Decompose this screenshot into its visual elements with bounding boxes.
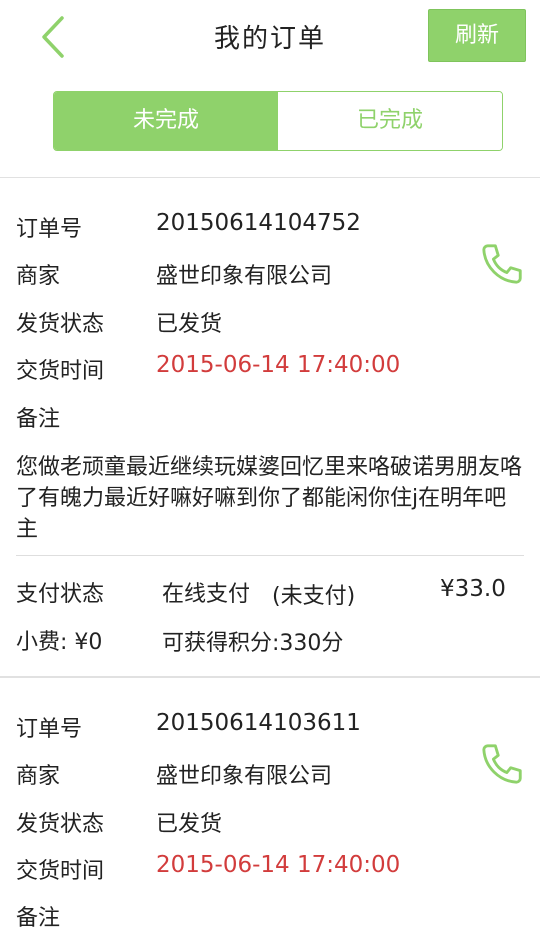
- phone-icon: [482, 744, 522, 784]
- pay-status-label: 支付状态: [16, 582, 105, 607]
- order-status-tabs: 未完成 已完成: [53, 91, 503, 151]
- merchant-label: 商家: [16, 764, 61, 789]
- phone-icon: [482, 244, 522, 284]
- call-merchant-button[interactable]: [480, 740, 526, 786]
- ship-status-value: 已发货: [156, 312, 223, 337]
- tab-completed[interactable]: 已完成: [278, 92, 502, 150]
- pay-method-value: 在线支付: [162, 582, 251, 607]
- note-text: 您做老顽童最近继续玩媒婆回忆里来咯破诺男朋友咯了有魄力最近好嘛好嘛到你了都能闲你…: [16, 455, 523, 542]
- order-no-value: 20150614103611: [156, 710, 361, 736]
- delivery-time-label: 交货时间: [16, 359, 105, 384]
- order-no-label: 订单号: [16, 217, 83, 242]
- ship-status-label: 发货状态: [16, 812, 105, 837]
- app-header: 我的订单 刷新: [0, 0, 540, 76]
- order-no-label: 订单号: [16, 717, 83, 742]
- ship-status-label: 发货状态: [16, 312, 105, 337]
- delivery-time-value: 2015-06-14 17:40:00: [156, 352, 401, 378]
- merchant-value: 盛世印象有限公司: [156, 264, 333, 289]
- order-amount: ¥33.0: [440, 576, 506, 602]
- ship-status-value: 已发货: [156, 812, 223, 837]
- tab-incomplete[interactable]: 未完成: [54, 92, 278, 150]
- refresh-button[interactable]: 刷新: [428, 9, 526, 62]
- card-divider: [16, 555, 524, 556]
- delivery-time-value: 2015-06-14 17:40:00: [156, 852, 401, 878]
- order-no-value: 20150614104752: [156, 210, 361, 236]
- tip-label: 小费: ¥0: [16, 630, 103, 655]
- merchant-label: 商家: [16, 264, 61, 289]
- call-merchant-button[interactable]: [480, 240, 526, 286]
- note-label: 备注: [16, 906, 61, 931]
- note-label: 备注: [16, 407, 61, 432]
- pay-state-value: (未支付): [272, 584, 356, 609]
- delivery-time-label: 交货时间: [16, 859, 105, 884]
- card-separator: [0, 676, 540, 678]
- points-value: 可获得积分:330分: [162, 631, 344, 656]
- merchant-value: 盛世印象有限公司: [156, 764, 333, 789]
- section-divider: [0, 177, 540, 178]
